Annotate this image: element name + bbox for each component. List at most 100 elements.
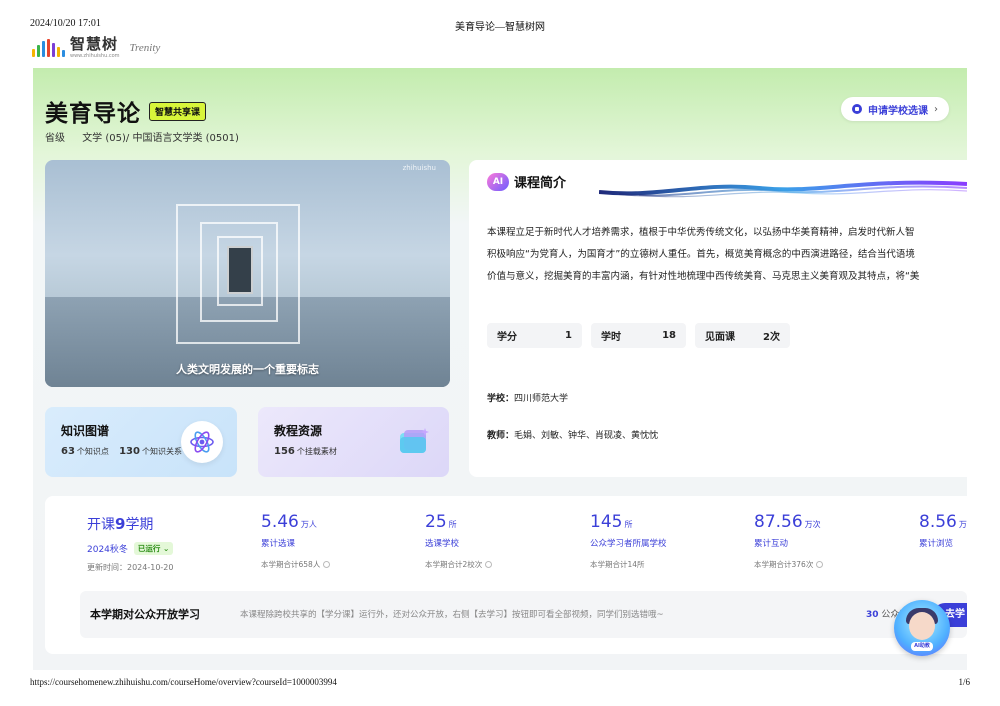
school-name[interactable]: 四川师范大学 [514,394,568,404]
metric-sub: 本学期合计2校次 [425,559,493,570]
print-url[interactable]: https://coursehomenew.zhihuishu.com/cour… [30,677,337,687]
avatar-face [909,612,935,640]
apply-school-button[interactable]: 申请学校选课 › [841,97,949,121]
course-statistics-panel: 开课9学期 2024秋冬 已运行 ⌄ 更新时间：2024-10-20 5.46 万… [45,496,967,654]
info-icon[interactable] [816,561,824,568]
metric-value: 8.56 [919,512,957,532]
ai-assistant-label: AI助教 [911,642,933,651]
metric-unit: 所 [624,520,633,529]
course-stats: 学分 1 学时 18 见面课 2次 [487,323,790,348]
metric-unit: 万 [958,520,967,529]
folder-icon [393,421,435,463]
metric-value: 145 [590,512,623,532]
logo-bar [37,45,40,57]
semester-status-dropdown[interactable]: 已运行 ⌄ [133,542,174,555]
knowledge-points-label: 个知识点 [76,447,109,456]
course-badge: 智慧共享课 [149,101,207,121]
card-stats: 63 个知识点 130 个知识关系 [61,446,182,457]
logo-bars-icon [32,39,65,57]
site-logo[interactable]: 智慧树 www.zhihuishu.com Trenity [32,36,160,60]
metric-sub-text: 本学期合计376次 [754,560,814,569]
logo-bar [47,39,50,57]
card-title: 教程资源 [274,424,323,438]
course-page: 美育导论 智慧共享课 省级 文学 (05)/ 中国语言文学类 (0501) 申请… [33,68,967,670]
semester-term: 2024秋冬 [87,545,128,555]
tutorial-resources-card[interactable]: 教程资源 156 个挂载素材 [258,407,449,477]
stat-label: 见面课 [705,332,735,343]
logo-bar [32,49,35,57]
knowledge-graph-card[interactable]: 知识图谱 63 个知识点 130 个知识关系 [45,407,237,477]
metric-value: 87.56 [754,512,803,532]
knowledge-relations-count: 130 [119,446,140,457]
partner-logo: Trenity [129,42,161,54]
info-icon[interactable] [485,561,493,568]
intro-line: 价值与意义，挖掘美育的丰富内涵，有针对性地梳理中西传统美育、马克思主义美育观及其… [487,271,920,282]
metric-views: 8.56 万 累计浏览 [919,512,967,549]
course-level: 省级 [45,133,65,144]
stat-value: 1 [565,330,572,341]
knowledge-relations-label: 个知识关系 [141,447,182,456]
course-intro-panel: AI 课程简介 本课程立足于新时代人才培养需求，植根于中华优秀传统文化，以弘扬中… [469,160,967,477]
stat-label: 学分 [497,332,517,343]
course-title-row: 美育导论 智慧共享课 [45,94,207,128]
metric-sub-text: 本学期合计14所 [590,560,645,569]
logo-url: www.zhihuishu.com [70,53,120,59]
intro-heading: AI 课程简介 [487,172,566,191]
intro-title: 课程简介 [514,176,567,191]
intro-line: 本课程立足于新时代人才培养需求，植根于中华优秀传统文化，以弘扬中华美育精神，启发… [487,227,915,238]
metric-value: 25 [425,512,447,532]
semester-term-row: 2024秋冬 已运行 ⌄ [87,542,174,555]
metric-schools: 25 所 选课学校 本学期合计2校次 [425,512,493,570]
decorative-wave [599,180,967,198]
course-title: 美育导论 [45,101,141,127]
ai-assistant-avatar[interactable]: AI助教 [894,600,950,656]
metric-unit: 万次 [804,520,821,529]
knowledge-points-count: 63 [61,446,75,457]
logo-bar [62,50,65,57]
logo-bar [57,47,60,57]
logo-name: 智慧树 [70,35,119,53]
metric-label: 累计浏览 [919,539,954,549]
course-category: 文学 (05)/ 中国语言文学类 (0501) [82,133,239,144]
updated-time: 更新时间：2024-10-20 [87,563,174,572]
teachers-info: 教师：毛娟、刘敏、钟华、肖砚凌、黄忱忱 [487,428,658,441]
school-label: 学校： [487,394,515,404]
card-stats: 156 个挂载素材 [274,446,337,457]
public-learning-bar: 本学期对公众开放学习 本课程除跨校共享的【学分课】运行外，还对公众开放，右侧【去… [80,591,967,638]
public-learning-title: 本学期对公众开放学习 [90,608,200,621]
metric-sub: 本学期合计376次 [754,559,824,570]
metric-sub: 本学期合计14所 [590,559,667,570]
stat-value: 18 [662,330,676,341]
semester-title: 开课9学期 [87,514,174,534]
logo-bar [52,43,55,57]
card-title: 知识图谱 [61,424,110,438]
school-icon [852,104,862,114]
teachers-label: 教师： [487,431,515,441]
metric-label: 选课学校 [425,539,460,549]
metric-unit: 万人 [300,520,317,529]
school-info: 学校：四川师范大学 [487,391,568,404]
semester-count: 9 [115,515,126,533]
video-door-frame [227,246,253,294]
ai-badge-icon: AI [487,172,509,191]
stat-value: 2次 [763,332,780,343]
print-header: 2024/10/20 17:01 美育导论—智慧树网 [30,18,970,33]
materials-label: 个挂载素材 [296,447,337,456]
credit-stat: 学分 1 [487,323,582,348]
hours-stat: 学时 18 [591,323,686,348]
course-video[interactable]: zhihuishu 人类文明发展的一个重要标志 [45,160,450,387]
semester-info: 开课9学期 2024秋冬 已运行 ⌄ 更新时间：2024-10-20 [87,514,174,573]
metric-value: 5.46 [261,512,299,532]
stat-label: 学时 [601,332,621,343]
metric-total-enrollment: 5.46 万人 累计选课 本学期合计658人 [261,512,331,570]
metric-label: 公众学习者所属学校 [590,539,667,549]
teachers-names: 毛娟、刘敏、钟华、肖砚凌、黄忱忱 [514,431,659,441]
video-watermark: zhihuishu [402,164,436,172]
chevron-right-icon: › [934,103,938,115]
logo-bar [42,41,45,57]
metric-sub-text: 本学期合计2校次 [425,560,483,569]
info-icon[interactable] [323,561,331,568]
intro-text: 本课程立足于新时代人才培养需求，植根于中华优秀传统文化，以弘扬中华美育精神，启发… [487,222,967,288]
course-meta: 省级 文学 (05)/ 中国语言文学类 (0501) [45,129,253,144]
apply-label: 申请学校选课 [868,105,928,117]
